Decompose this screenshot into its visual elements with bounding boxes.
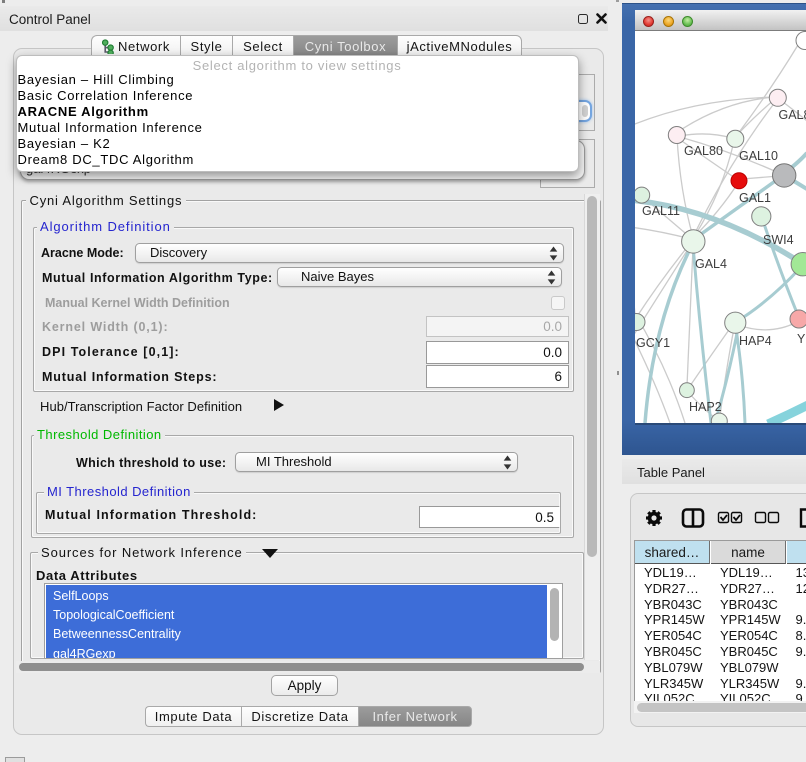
svg-text:Y: Y: [797, 332, 806, 346]
svg-text:GAL11: GAL11: [642, 204, 680, 218]
svg-text:GAL10: GAL10: [739, 149, 778, 163]
svg-text:GAL80: GAL80: [779, 108, 806, 122]
svg-text:GAL80: GAL80: [684, 144, 723, 158]
svg-text:HAP2: HAP2: [689, 400, 722, 414]
svg-text:GAL4: GAL4: [695, 257, 727, 271]
svg-text:GCY1: GCY1: [636, 336, 670, 350]
svg-text:GAL1: GAL1: [739, 191, 771, 205]
svg-text:SWI4: SWI4: [763, 233, 794, 247]
svg-text:HAP4: HAP4: [739, 334, 772, 348]
